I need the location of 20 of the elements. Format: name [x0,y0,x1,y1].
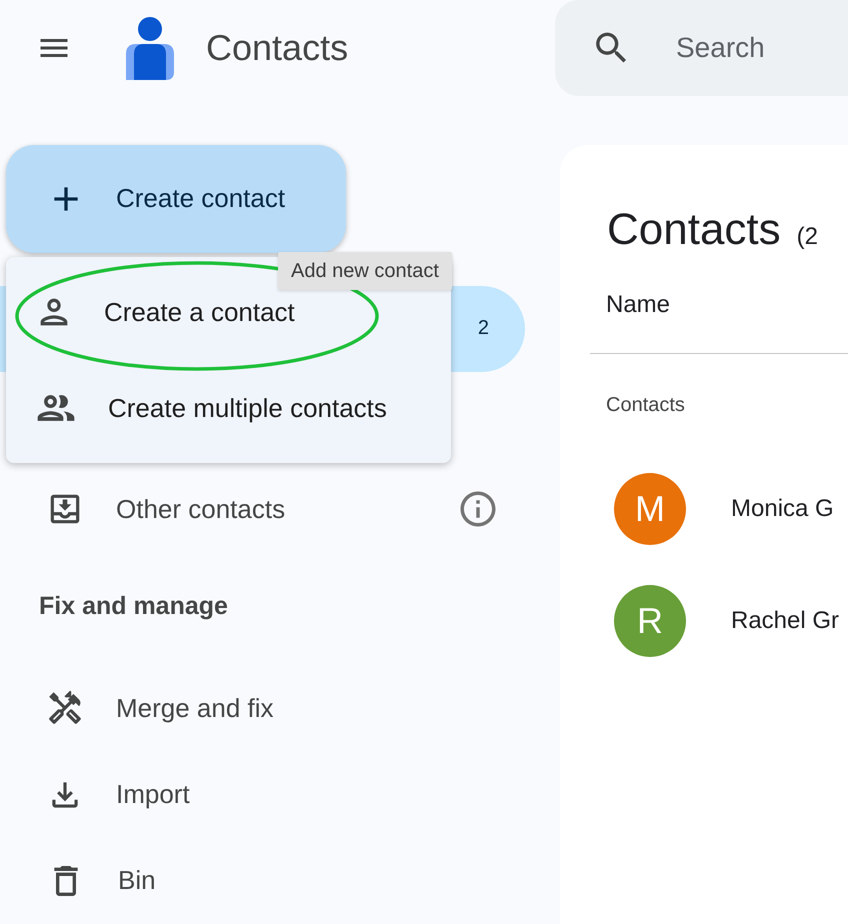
section-label: Contacts [605,393,686,417]
tooltip: Add new contact [278,252,452,290]
column-header: Name [590,255,848,354]
create-contact-button[interactable]: Create contact [6,145,346,253]
avatar: R [614,585,686,657]
avatar: M [614,473,686,545]
contact-name[interactable]: Rachel Gr [731,607,840,635]
menu-item[interactable]: Create a contact [104,296,295,328]
sidebar-item[interactable]: Merge and fix [0,665,555,752]
contacts-count: (2 [796,223,818,251]
contact-name[interactable]: Monica G [731,495,834,523]
page-title: Contacts [607,205,781,255]
menu-item[interactable]: Create multiple contacts [108,392,387,424]
sidebar-item[interactable]: Bin [0,838,555,924]
sidebar-item[interactable]: Other contacts [0,466,555,552]
search-field[interactable]: Search [674,31,848,65]
contacts-count: 2 [478,317,489,340]
sidebar-item[interactable]: Import [0,752,555,838]
section-heading: Fix and manage [38,592,229,622]
app-title: Contacts [206,27,348,69]
